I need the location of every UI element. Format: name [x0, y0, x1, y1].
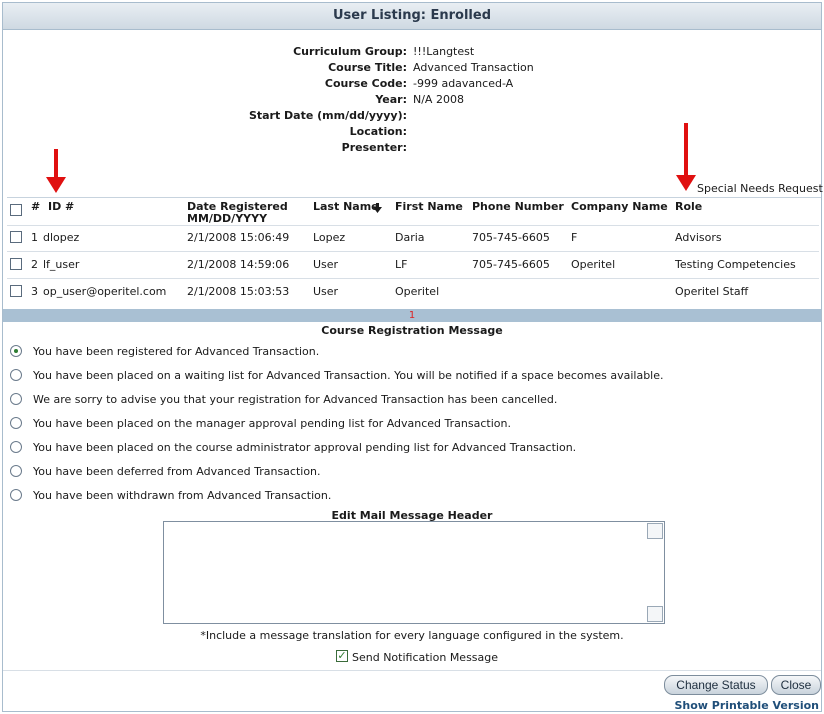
radio-label: You have been placed on a waiting list f… [33, 369, 664, 382]
send-notification-checkbox[interactable]: ✓ [336, 650, 348, 662]
row-number: 1 [31, 231, 38, 244]
info-row-curriculum-group: Curriculum Group: !!!Langtest [3, 45, 821, 61]
sort-descending-icon[interactable] [373, 203, 382, 213]
divider [7, 278, 819, 279]
info-row-location: Location: [3, 125, 821, 141]
info-value: Advanced Transaction [413, 61, 534, 74]
divider [3, 670, 821, 671]
column-header-company-name[interactable]: Company Name [571, 200, 668, 213]
radio-deferred[interactable] [10, 465, 22, 477]
row-last-name: User [313, 258, 339, 271]
info-label: Course Title: [328, 61, 407, 74]
row-phone-number: 705-745-6605 [472, 231, 550, 244]
select-all-checkbox[interactable] [10, 204, 22, 216]
radio-registered[interactable] [10, 345, 22, 357]
column-header-number: # [31, 200, 41, 213]
row-checkbox[interactable] [10, 231, 22, 243]
row-phone-number: 705-745-6605 [472, 258, 550, 271]
page-title: User Listing: Enrolled [3, 3, 821, 30]
info-label: Presenter: [341, 141, 407, 154]
translation-note: *Include a message translation for every… [200, 629, 624, 642]
page-number-link[interactable]: 1 [409, 310, 415, 321]
info-row-course-title: Course Title: Advanced Transaction [3, 61, 821, 77]
radio-label: You have been registered for Advanced Tr… [33, 345, 320, 358]
row-role: Advisors [675, 231, 722, 244]
column-header-first-name[interactable]: First Name [395, 200, 463, 213]
column-header-last-name[interactable]: Last Name [313, 200, 379, 213]
red-arrow-icon [46, 149, 66, 195]
row-last-name: Lopez [313, 231, 346, 244]
info-label: Curriculum Group: [293, 45, 407, 58]
pagination-bar: 1 [3, 309, 821, 322]
close-button[interactable]: Close [771, 675, 821, 695]
row-role: Operitel Staff [675, 285, 749, 298]
info-label: Year: [375, 93, 407, 106]
info-row-start-date: Start Date (mm/dd/yyyy): [3, 109, 821, 125]
scroll-up-button[interactable] [647, 523, 663, 539]
column-header-role[interactable]: Role [675, 200, 702, 213]
mail-header-textarea[interactable] [163, 521, 665, 624]
info-value: N/A 2008 [413, 93, 464, 106]
row-company-name: Operitel [571, 258, 616, 271]
row-checkbox[interactable] [10, 258, 22, 270]
divider [7, 251, 819, 252]
row-number: 2 [31, 258, 38, 271]
row-number: 3 [31, 285, 38, 298]
red-arrow-icon [676, 123, 696, 193]
send-notification-label: Send Notification Message [352, 651, 499, 664]
info-value: -999 adavanced-A [413, 77, 514, 90]
radio-label: You have been placed on the course admin… [33, 441, 577, 454]
row-date-registered: 2/1/2008 15:06:49 [187, 231, 290, 244]
divider [7, 197, 821, 198]
row-company-name: F [571, 231, 578, 244]
radio-label: You have been placed on the manager appr… [33, 417, 511, 430]
row-first-name: Operitel [395, 285, 440, 298]
row-user-id: lf_user [43, 258, 80, 271]
row-date-registered: 2/1/2008 14:59:06 [187, 258, 290, 271]
column-header-id[interactable]: ID # [48, 200, 74, 213]
row-checkbox[interactable] [10, 285, 22, 297]
radio-waiting-list[interactable] [10, 369, 22, 381]
radio-admin-approval[interactable] [10, 441, 22, 453]
registration-message-title: Course Registration Message [321, 324, 503, 337]
radio-label: You have been deferred from Advanced Tra… [33, 465, 321, 478]
row-first-name: LF [395, 258, 408, 271]
row-first-name: Daria [395, 231, 425, 244]
divider [7, 225, 819, 226]
info-row-year: Year: N/A 2008 [3, 93, 821, 109]
user-listing-panel: User Listing: Enrolled Curriculum Group:… [2, 2, 823, 712]
radio-cancelled[interactable] [10, 393, 22, 405]
radio-label: We are sorry to advise you that your reg… [33, 393, 558, 406]
scroll-down-button[interactable] [647, 606, 663, 622]
column-header-phone-number[interactable]: Phone Number [472, 200, 564, 213]
change-status-button[interactable]: Change Status [664, 675, 768, 695]
row-last-name: User [313, 285, 339, 298]
row-role: Testing Competencies [675, 258, 796, 271]
info-value: !!!Langtest [413, 45, 475, 58]
info-label: Location: [349, 125, 407, 138]
info-label: Course Code: [324, 77, 407, 90]
special-needs-request-label: Special Needs Request [697, 182, 823, 195]
radio-label: You have been withdrawn from Advanced Tr… [33, 489, 332, 502]
radio-manager-approval[interactable] [10, 417, 22, 429]
column-header-date-format: MM/DD/YYYY [187, 212, 268, 225]
info-label: Start Date (mm/dd/yyyy): [248, 109, 407, 122]
row-user-id: op_user@operitel.com [43, 285, 167, 298]
info-row-presenter: Presenter: [3, 141, 821, 157]
checkmark-icon: ✓ [337, 649, 347, 662]
row-date-registered: 2/1/2008 15:03:53 [187, 285, 290, 298]
info-row-course-code: Course Code: -999 adavanced-A [3, 77, 821, 93]
row-user-id: dlopez [43, 231, 80, 244]
show-printable-version-link[interactable]: Show Printable Version [674, 699, 819, 712]
radio-withdrawn[interactable] [10, 489, 22, 501]
